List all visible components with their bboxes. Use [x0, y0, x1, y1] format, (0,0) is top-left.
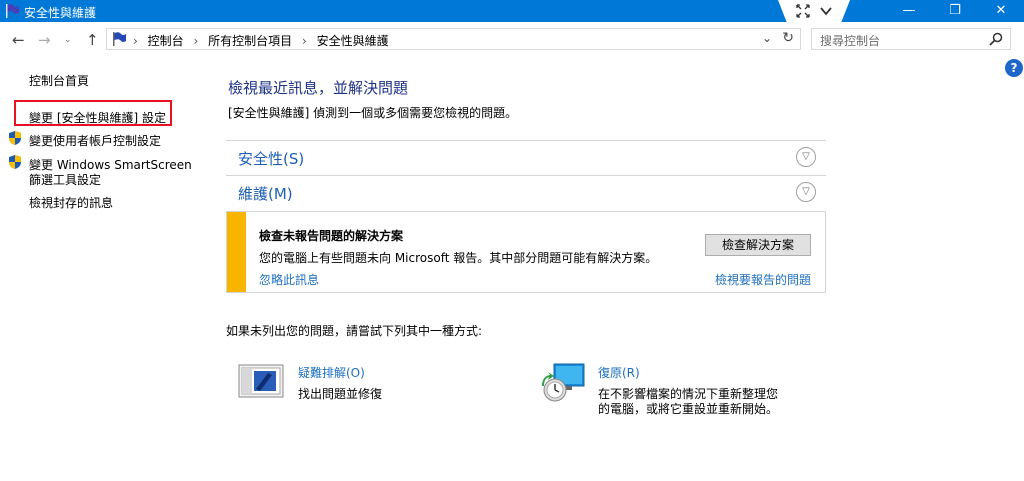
chevron-down-icon[interactable]: ▽: [796, 147, 816, 167]
breadcrumb-item[interactable]: 控制台: [148, 34, 184, 48]
page-title: 檢視最近訊息，並解決問題: [228, 79, 409, 97]
breadcrumb-item[interactable]: 所有控制台項目: [208, 34, 292, 48]
shield-icon: [9, 155, 21, 169]
sidebar-item-change-settings[interactable]: 變更 [安全性與維護] 設定: [29, 109, 166, 126]
address-dropdown-icon[interactable]: ⌄: [762, 31, 772, 45]
sidebar-item-smartscreen-line2[interactable]: 篩選工具設定: [29, 171, 101, 188]
tool-description-line2: 的電腦，或將它重設並重新開始。: [598, 402, 779, 416]
close-button[interactable]: ✕: [978, 0, 1024, 22]
view-problems-link[interactable]: 檢視要報告的問題: [715, 271, 811, 288]
section-security[interactable]: 安全性(S) ▽: [226, 140, 826, 175]
search-placeholder: 搜尋控制台: [820, 34, 881, 48]
breadcrumb-separator: ›: [193, 34, 199, 48]
check-solutions-button[interactable]: 檢查解決方案: [705, 234, 811, 256]
tool-name[interactable]: 疑難排解(O): [298, 364, 365, 381]
sidebar-item-home[interactable]: 控制台首頁: [29, 72, 89, 89]
back-arrow-icon[interactable]: ←: [12, 31, 25, 49]
warning-bar: [227, 212, 246, 292]
title-bar[interactable]: 安全性與維護 — ❐ ✕: [0, 0, 1024, 22]
ignore-message-link[interactable]: 忽略此訊息: [259, 271, 319, 288]
address-bar-row: ← → ⌄ ↑ › 控制台 › 所有控制台項目 › 安全性與維護 ⌄ ↻ 搜尋控…: [0, 26, 1024, 54]
shield-icon: [9, 131, 21, 145]
chevron-down-icon[interactable]: ▽: [796, 182, 816, 202]
minimize-button[interactable]: —: [886, 0, 932, 22]
up-arrow-icon[interactable]: ↑: [86, 31, 99, 49]
flag-icon: [6, 4, 19, 18]
search-icon[interactable]: [988, 31, 1004, 47]
tip-text: 如果未列出您的問題，請嘗試下列其中一種方式:: [226, 324, 483, 338]
sidebar-item-archived[interactable]: 檢視封存的訊息: [29, 194, 113, 211]
window-title: 安全性與維護: [24, 6, 97, 20]
forward-arrow-icon[interactable]: →: [38, 31, 51, 49]
expand-icon[interactable]: [795, 3, 811, 19]
breadcrumb: › 控制台 › 所有控制台項目 › 安全性與維護: [133, 32, 395, 49]
flag-icon: [113, 32, 126, 46]
section-label: 維護(M): [238, 185, 293, 203]
address-field[interactable]: › 控制台 › 所有控制台項目 › 安全性與維護 ⌄ ↻: [106, 28, 801, 50]
recent-dropdown-icon[interactable]: ⌄: [64, 35, 72, 45]
tool-name[interactable]: 復原(R): [598, 364, 640, 381]
troubleshooting-icon: [238, 364, 284, 398]
section-label: 安全性(S): [238, 150, 305, 168]
help-icon[interactable]: ?: [1005, 59, 1023, 77]
search-box[interactable]: 搜尋控制台: [811, 28, 1011, 50]
message-title: 檢查未報告問題的解決方案: [259, 229, 404, 243]
message-text: 您的電腦上有些問題未向 Microsoft 報告。其中部分問題可能有解決方案。: [259, 251, 658, 265]
sidebar-item-uac[interactable]: 變更使用者帳戶控制設定: [29, 132, 161, 149]
tool-description: 找出問題並修復: [298, 387, 383, 401]
chevron-down-icon[interactable]: [818, 3, 834, 19]
breadcrumb-separator: ›: [133, 34, 138, 48]
refresh-icon[interactable]: ↻: [782, 30, 794, 46]
recovery-icon: [542, 363, 585, 402]
breadcrumb-item[interactable]: 安全性與維護: [317, 34, 389, 48]
section-maintenance[interactable]: 維護(M) ▽: [226, 175, 826, 210]
breadcrumb-separator: ›: [301, 34, 307, 48]
page-description: [安全性與維護] 偵測到一個或多個需要您檢視的問題。: [228, 106, 518, 120]
message-box: 檢查未報告問題的解決方案 您的電腦上有些問題未向 Microsoft 報告。其中…: [226, 211, 826, 293]
title-toolbar: [778, 0, 850, 22]
maximize-button[interactable]: ❐: [932, 0, 978, 22]
